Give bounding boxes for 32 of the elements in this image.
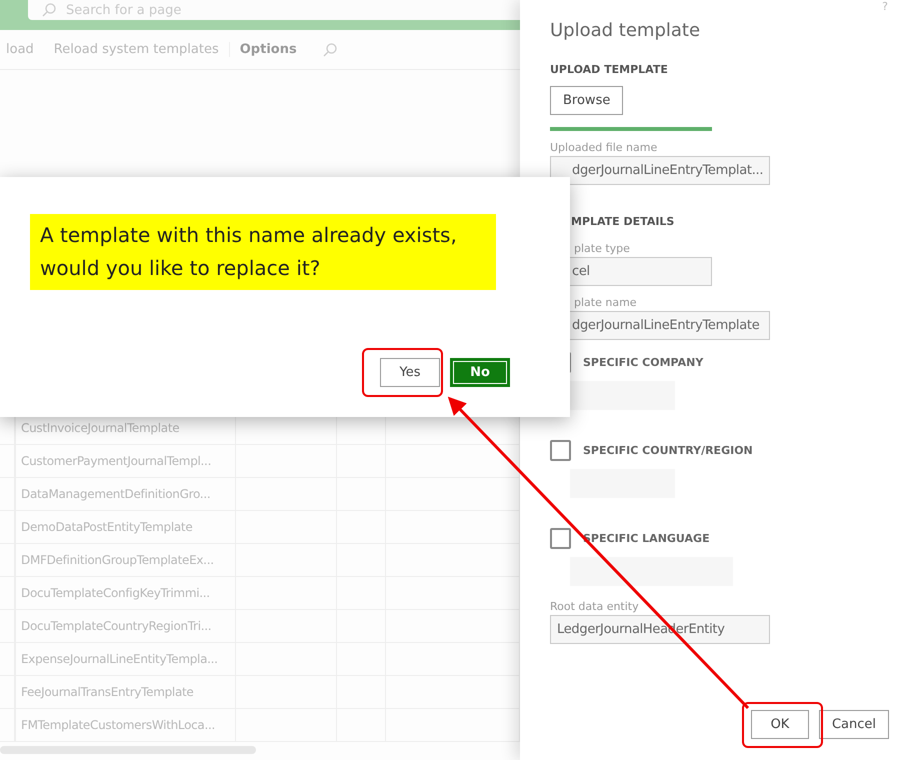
input-field[interactable]: dgerJournalLineEntryTemplat... — [550, 156, 770, 185]
table-cell: FMTemplateCustomersWithLoca... — [15, 709, 236, 741]
search-icon — [42, 3, 56, 17]
table-cell: CustomerPaymentJournalTempl... — [15, 445, 236, 477]
no-button[interactable]: No — [450, 358, 510, 387]
table-cell: ExpenseJournalLineEntityTempla... — [15, 643, 236, 675]
input-field[interactable] — [570, 557, 733, 586]
table-cell: DocuTemplateCountryRegionTri... — [15, 610, 236, 642]
table-cell: DataManagementDefinitionGro... — [15, 478, 236, 510]
field-label: plate name — [573, 296, 638, 309]
options-menu[interactable]: Options — [228, 42, 307, 57]
field-label: Root data entity — [550, 600, 640, 613]
table-cell: DocuTemplateConfigKeyTrimmi... — [15, 577, 236, 609]
dialog-message: A template with this name already exists, would you like to replace it? — [30, 214, 496, 290]
field-label: Uploaded file name — [550, 141, 658, 154]
field-label: plate type — [573, 242, 631, 255]
cancel-button[interactable]: Cancel — [818, 710, 889, 739]
panel-title: Upload template — [550, 20, 702, 41]
table-cell: DemoDataPostEntityTemplate — [15, 511, 236, 543]
checkbox[interactable] — [550, 528, 571, 549]
browse-button[interactable]: Browse — [550, 86, 624, 115]
yes-button[interactable]: Yes — [380, 358, 440, 387]
search-icon[interactable] — [322, 42, 337, 56]
section-heading: UPLOAD TEMPLATE — [550, 63, 669, 76]
option-label: SPECIFIC COMPANY — [583, 356, 704, 369]
table-cell: DMFDefinitionGroupTemplateEx... — [15, 544, 236, 576]
ok-button[interactable]: OK — [750, 710, 809, 739]
section-heading: MPLATE DETAILS — [570, 215, 676, 228]
option-label: SPECIFIC COUNTRY/REGION — [583, 444, 753, 457]
table-cell: FeeJournalTransEntryTemplate — [15, 676, 236, 708]
input-field[interactable] — [570, 381, 675, 410]
checkbox[interactable] — [550, 440, 571, 461]
